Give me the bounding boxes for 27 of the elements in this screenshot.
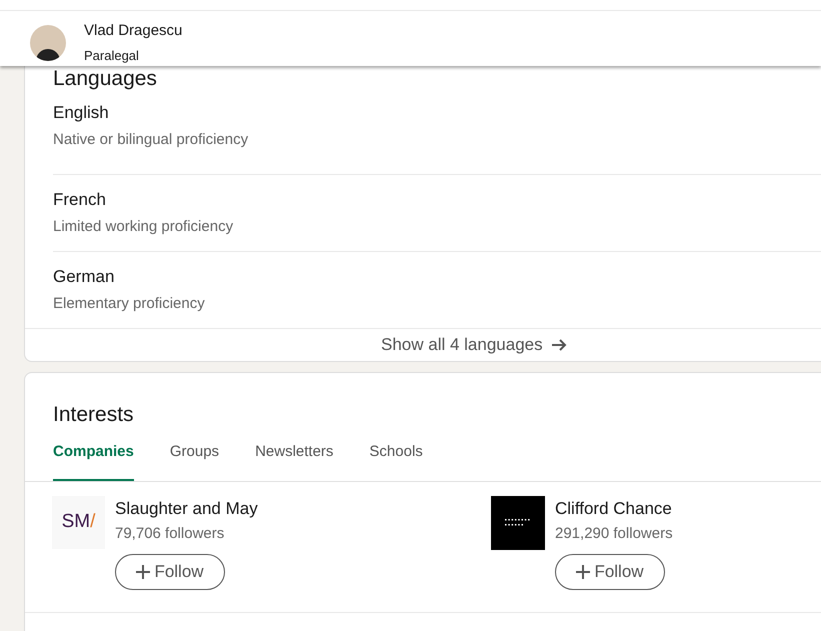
- dotted-logo-icon: [505, 518, 531, 526]
- interest-tab[interactable]: Newsletters: [255, 436, 334, 480]
- interest-tab[interactable]: Companies: [53, 436, 134, 480]
- plus-icon: [136, 564, 150, 578]
- plus-icon: [576, 564, 590, 578]
- language-name: German: [53, 266, 116, 288]
- section-title: Interests: [52, 402, 135, 428]
- company-name[interactable]: Slaughter and May: [115, 496, 258, 521]
- language-proficiency: Elementary proficiency: [53, 294, 206, 314]
- follow-button[interactable]: Follow: [115, 554, 225, 590]
- language-proficiency: Native or bilingual proficiency: [53, 130, 250, 150]
- section-title: Languages: [53, 68, 157, 89]
- show-all-link[interactable]: Show all 4 languages: [381, 332, 567, 358]
- language-proficiency: Limited working proficiency: [53, 216, 234, 236]
- follower-count: 79,706 followers: [115, 524, 226, 544]
- company-name[interactable]: Clifford Chance: [555, 496, 673, 521]
- follow-button[interactable]: Follow: [555, 554, 665, 590]
- logo-text: SM/: [62, 510, 96, 534]
- arrow-right-icon: [550, 338, 567, 352]
- follower-count: 291,290 followers: [555, 524, 673, 544]
- language-name: English: [53, 102, 110, 124]
- avatar[interactable]: [30, 24, 66, 60]
- language-name: French: [53, 189, 107, 211]
- profile-name: Vlad Dragescu: [84, 21, 182, 41]
- profile-headline: Paralegal: [84, 46, 140, 65]
- interest-tab[interactable]: Schools: [369, 436, 423, 480]
- interest-tab[interactable]: Groups: [170, 436, 220, 480]
